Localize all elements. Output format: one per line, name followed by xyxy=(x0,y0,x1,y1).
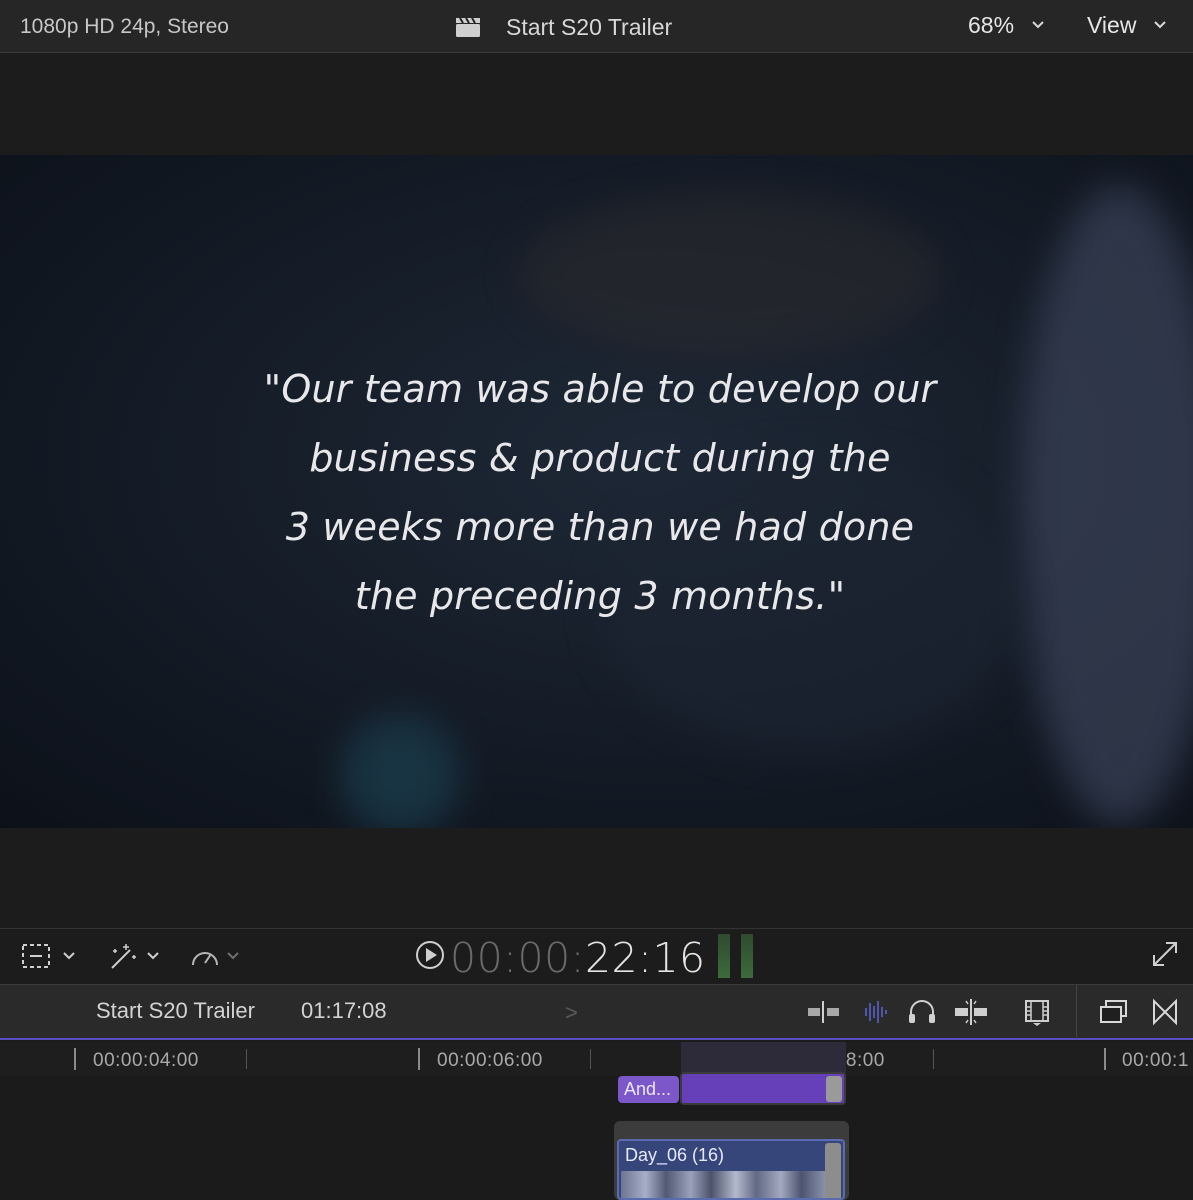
timecode-display: 00:00:22:16 xyxy=(450,934,706,982)
timeline-header: Start S20 Trailer 01:17:08 > xyxy=(0,984,1193,1040)
format-info: 1080p HD 24p, Stereo xyxy=(20,15,229,38)
quote-line: "Our team was able to develop our xyxy=(263,367,937,411)
timeline-forward-arrow[interactable]: > xyxy=(565,1000,578,1026)
timecode-dim: 00:00: xyxy=(450,934,585,982)
clip-trim-handle[interactable] xyxy=(826,1076,842,1102)
window-layout-icon[interactable] xyxy=(1098,997,1130,1027)
timeline-project-name: Start S20 Trailer xyxy=(96,998,255,1023)
quote-title: "Our team was able to develop our busine… xyxy=(150,355,1050,631)
zoom-level[interactable]: 68% xyxy=(968,12,1014,39)
transitions-icon[interactable] xyxy=(1150,997,1180,1027)
ruler-tick xyxy=(1104,1048,1106,1070)
timeline-duration: 01:17:08 xyxy=(301,998,387,1023)
ruler-tick xyxy=(590,1049,591,1069)
clip-label: And... xyxy=(624,1079,672,1099)
ruler-tick xyxy=(74,1048,76,1070)
play-icon[interactable] xyxy=(414,939,446,971)
ruler-tick xyxy=(246,1049,247,1069)
title-clip-selected[interactable] xyxy=(680,1072,846,1105)
enhance-wand-icon[interactable] xyxy=(106,941,166,971)
audio-waveform-icon[interactable] xyxy=(858,997,892,1027)
ruler-tick xyxy=(418,1048,420,1070)
video-clip[interactable]: Day_06 (16) xyxy=(617,1139,845,1200)
title-clip[interactable]: And... xyxy=(618,1076,679,1103)
header-divider xyxy=(1076,985,1077,1039)
view-menu[interactable]: View xyxy=(1087,12,1136,39)
ruler-label: 00:00:06:00 xyxy=(437,1050,543,1071)
filmstrip-icon[interactable] xyxy=(1022,997,1052,1027)
timecode-value: 22:16 xyxy=(584,934,706,982)
audio-meter-left xyxy=(718,934,730,978)
clip-appearance-icon[interactable] xyxy=(806,997,842,1027)
clip-trim-handle[interactable] xyxy=(825,1143,841,1198)
timeline-tracks xyxy=(0,1076,1193,1200)
audio-meter-right xyxy=(741,934,753,978)
clip-label: Day_06 (16) xyxy=(625,1145,725,1165)
chevron-down-icon[interactable] xyxy=(1030,17,1046,33)
quote-line: the preceding 3 months." xyxy=(354,574,846,618)
skimming-icon[interactable] xyxy=(953,997,989,1027)
chevron-down-icon[interactable] xyxy=(1152,17,1168,33)
clip-filmstrip xyxy=(621,1171,826,1198)
viewer-top-bar: 1080p HD 24p, Stereo Start S20 Trailer 6… xyxy=(0,0,1193,53)
fullscreen-icon[interactable] xyxy=(1150,939,1180,969)
ruler-label: 00:00:1 xyxy=(1122,1050,1189,1071)
ruler-tick xyxy=(933,1049,934,1069)
ruler-label: 00:00:04:00 xyxy=(93,1050,199,1071)
range-selection xyxy=(681,1042,846,1076)
headphones-icon[interactable] xyxy=(906,997,938,1027)
quote-line: business & product during the xyxy=(309,436,891,480)
project-title: Start S20 Trailer xyxy=(506,14,673,40)
video-frame: "Our team was able to develop our busine… xyxy=(0,155,1193,828)
timeline-ruler[interactable]: 00:00:04:00 00:00:06:00 00:00:08:00 00:0… xyxy=(0,1042,1193,1076)
retime-speed-icon[interactable] xyxy=(188,941,248,971)
clapperboard-icon xyxy=(456,17,480,37)
transform-tool-icon[interactable] xyxy=(20,941,80,971)
quote-line: 3 weeks more than we had done xyxy=(285,505,915,549)
